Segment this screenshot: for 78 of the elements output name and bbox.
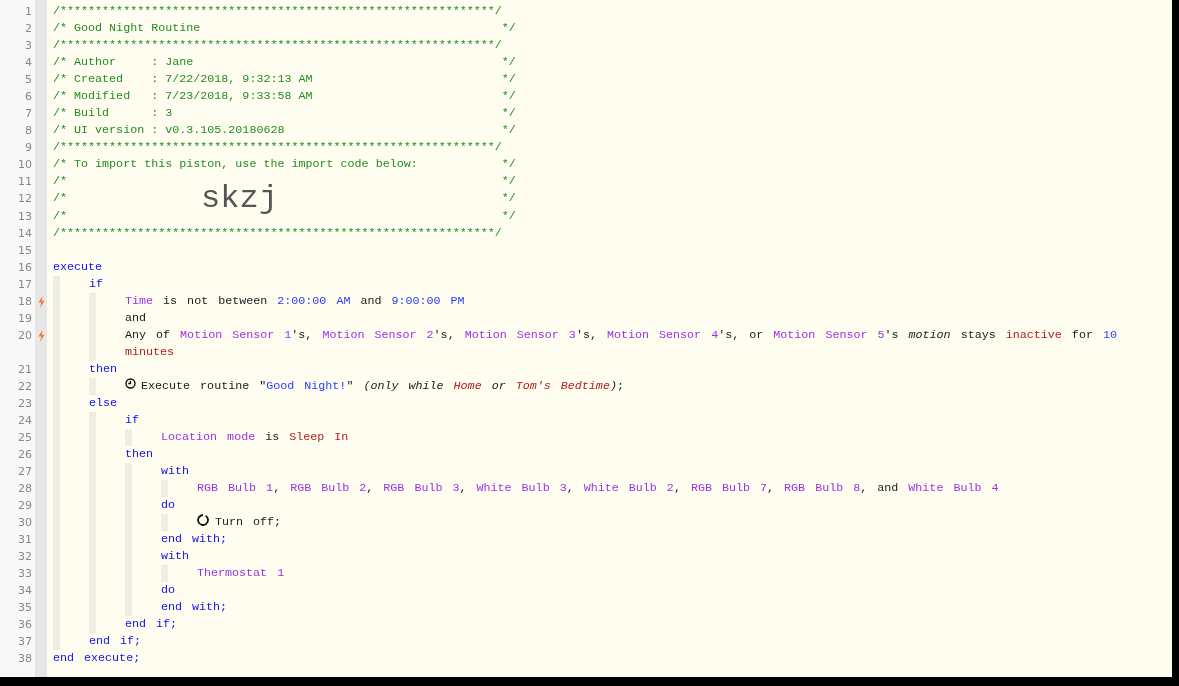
line-number: 10 xyxy=(17,157,33,173)
line-number: 13 xyxy=(17,209,33,225)
code-line: Any of Motion Sensor 1's, Motion Sensor 2's, Motion Sensor 3's, Motion Sensor 4's, or Motion Sensor 5's motion stays inactive for 10 minutes xyxy=(125,327,1118,361)
line-number: 18 xyxy=(17,294,33,310)
code-line: RGB Bulb 1, RGB Bulb 2, RGB Bulb 3, White Bulb 3, White Bulb 2, RGB Bulb 7, RGB Bulb 8, and White Bulb 4 xyxy=(197,480,999,497)
code-line: end with; xyxy=(161,531,228,548)
comment-text: /* xyxy=(53,190,68,207)
comment-line: /**************************************************************/ xyxy=(53,37,502,54)
line-number: 36 xyxy=(17,617,33,633)
line-number: 32 xyxy=(17,549,33,565)
comment-line: /* Good Night Routine */ xyxy=(53,20,516,37)
line-number: 24 xyxy=(17,413,33,429)
line-number: 5 xyxy=(24,72,33,88)
line-number: 4 xyxy=(24,55,33,71)
comment-text: */ xyxy=(501,190,516,207)
line-number: 25 xyxy=(17,430,33,446)
code-line: Time is not between 2:00:00 AM and 9:00:00 PM xyxy=(125,293,465,310)
code-line: execute xyxy=(53,259,103,276)
line-number: 16 xyxy=(17,260,33,276)
clock-icon xyxy=(125,378,136,389)
code-line: end with; xyxy=(161,599,228,616)
code-line: do xyxy=(161,497,176,514)
ring-icon xyxy=(197,514,209,526)
code-line: Location mode is Sleep In xyxy=(161,429,349,446)
line-number: 1 xyxy=(24,4,33,20)
code-line: Turn off; xyxy=(215,514,282,531)
line-number: 38 xyxy=(17,651,33,667)
line-number: 29 xyxy=(17,498,33,514)
line-number: 31 xyxy=(17,532,33,548)
line-number: 6 xyxy=(24,89,33,105)
line-number: 8 xyxy=(24,123,33,139)
code-line: then xyxy=(89,361,118,378)
line-number: 17 xyxy=(17,277,33,293)
code-line: do xyxy=(161,582,176,599)
comment-line: /* Build : 3 */ xyxy=(53,105,516,122)
code-line: with xyxy=(161,548,190,565)
line-number: 28 xyxy=(17,481,33,497)
code-line: Execute routine "Good Night!" (only while Home or Tom's Bedtime); xyxy=(141,378,624,395)
line-number: 33 xyxy=(17,566,33,582)
code-line: end if; xyxy=(89,633,142,650)
line-number: 19 xyxy=(17,311,33,327)
line-number: 15 xyxy=(17,243,33,259)
code-line: then xyxy=(125,446,154,463)
line-number: 12 xyxy=(17,191,33,207)
lightning-icon xyxy=(37,329,45,342)
code-line: and xyxy=(125,310,147,327)
code-line: end if; xyxy=(125,616,178,633)
comment-line: /* Created : 7/22/2018, 9:32:13 AM */ xyxy=(53,71,516,88)
line-number: 21 xyxy=(17,362,33,378)
comment-line: /**************************************************************/ xyxy=(53,139,502,156)
code-line: Thermostat 1 xyxy=(197,565,285,582)
code-line: if xyxy=(125,412,140,429)
line-number: 3 xyxy=(24,38,33,54)
code-line: with xyxy=(161,463,190,480)
line-number: 34 xyxy=(17,583,33,599)
code-line: else xyxy=(89,395,118,412)
line-number: 37 xyxy=(17,634,33,650)
line-number: 9 xyxy=(24,140,33,156)
line-number: 23 xyxy=(17,396,33,412)
line-number: 30 xyxy=(17,515,33,531)
line-number: 2 xyxy=(24,21,33,37)
code-line: end execute; xyxy=(53,650,141,667)
comment-line: /* Author : Jane */ xyxy=(53,54,516,71)
line-number: 27 xyxy=(17,464,33,480)
line-number: 35 xyxy=(17,600,33,616)
code-line: if xyxy=(89,276,104,293)
line-number: 14 xyxy=(17,226,33,242)
comment-line: /* UI version : v0.3.105.20180628 */ xyxy=(53,122,516,139)
line-number: 7 xyxy=(24,106,33,122)
comment-line: /* Modified : 7/23/2018, 9:33:58 AM */ xyxy=(53,88,516,105)
lightning-icon xyxy=(37,295,45,308)
line-number: 22 xyxy=(17,379,33,395)
comment-line: /**************************************************************/ xyxy=(53,225,502,242)
line-number: 20 xyxy=(17,328,33,344)
line-number: 11 xyxy=(17,174,33,190)
comment-line: /**************************************************************/ xyxy=(53,3,502,20)
comment-line: /* To import this piston, use the import code below: */ xyxy=(53,156,516,173)
line-number: 26 xyxy=(17,447,33,463)
